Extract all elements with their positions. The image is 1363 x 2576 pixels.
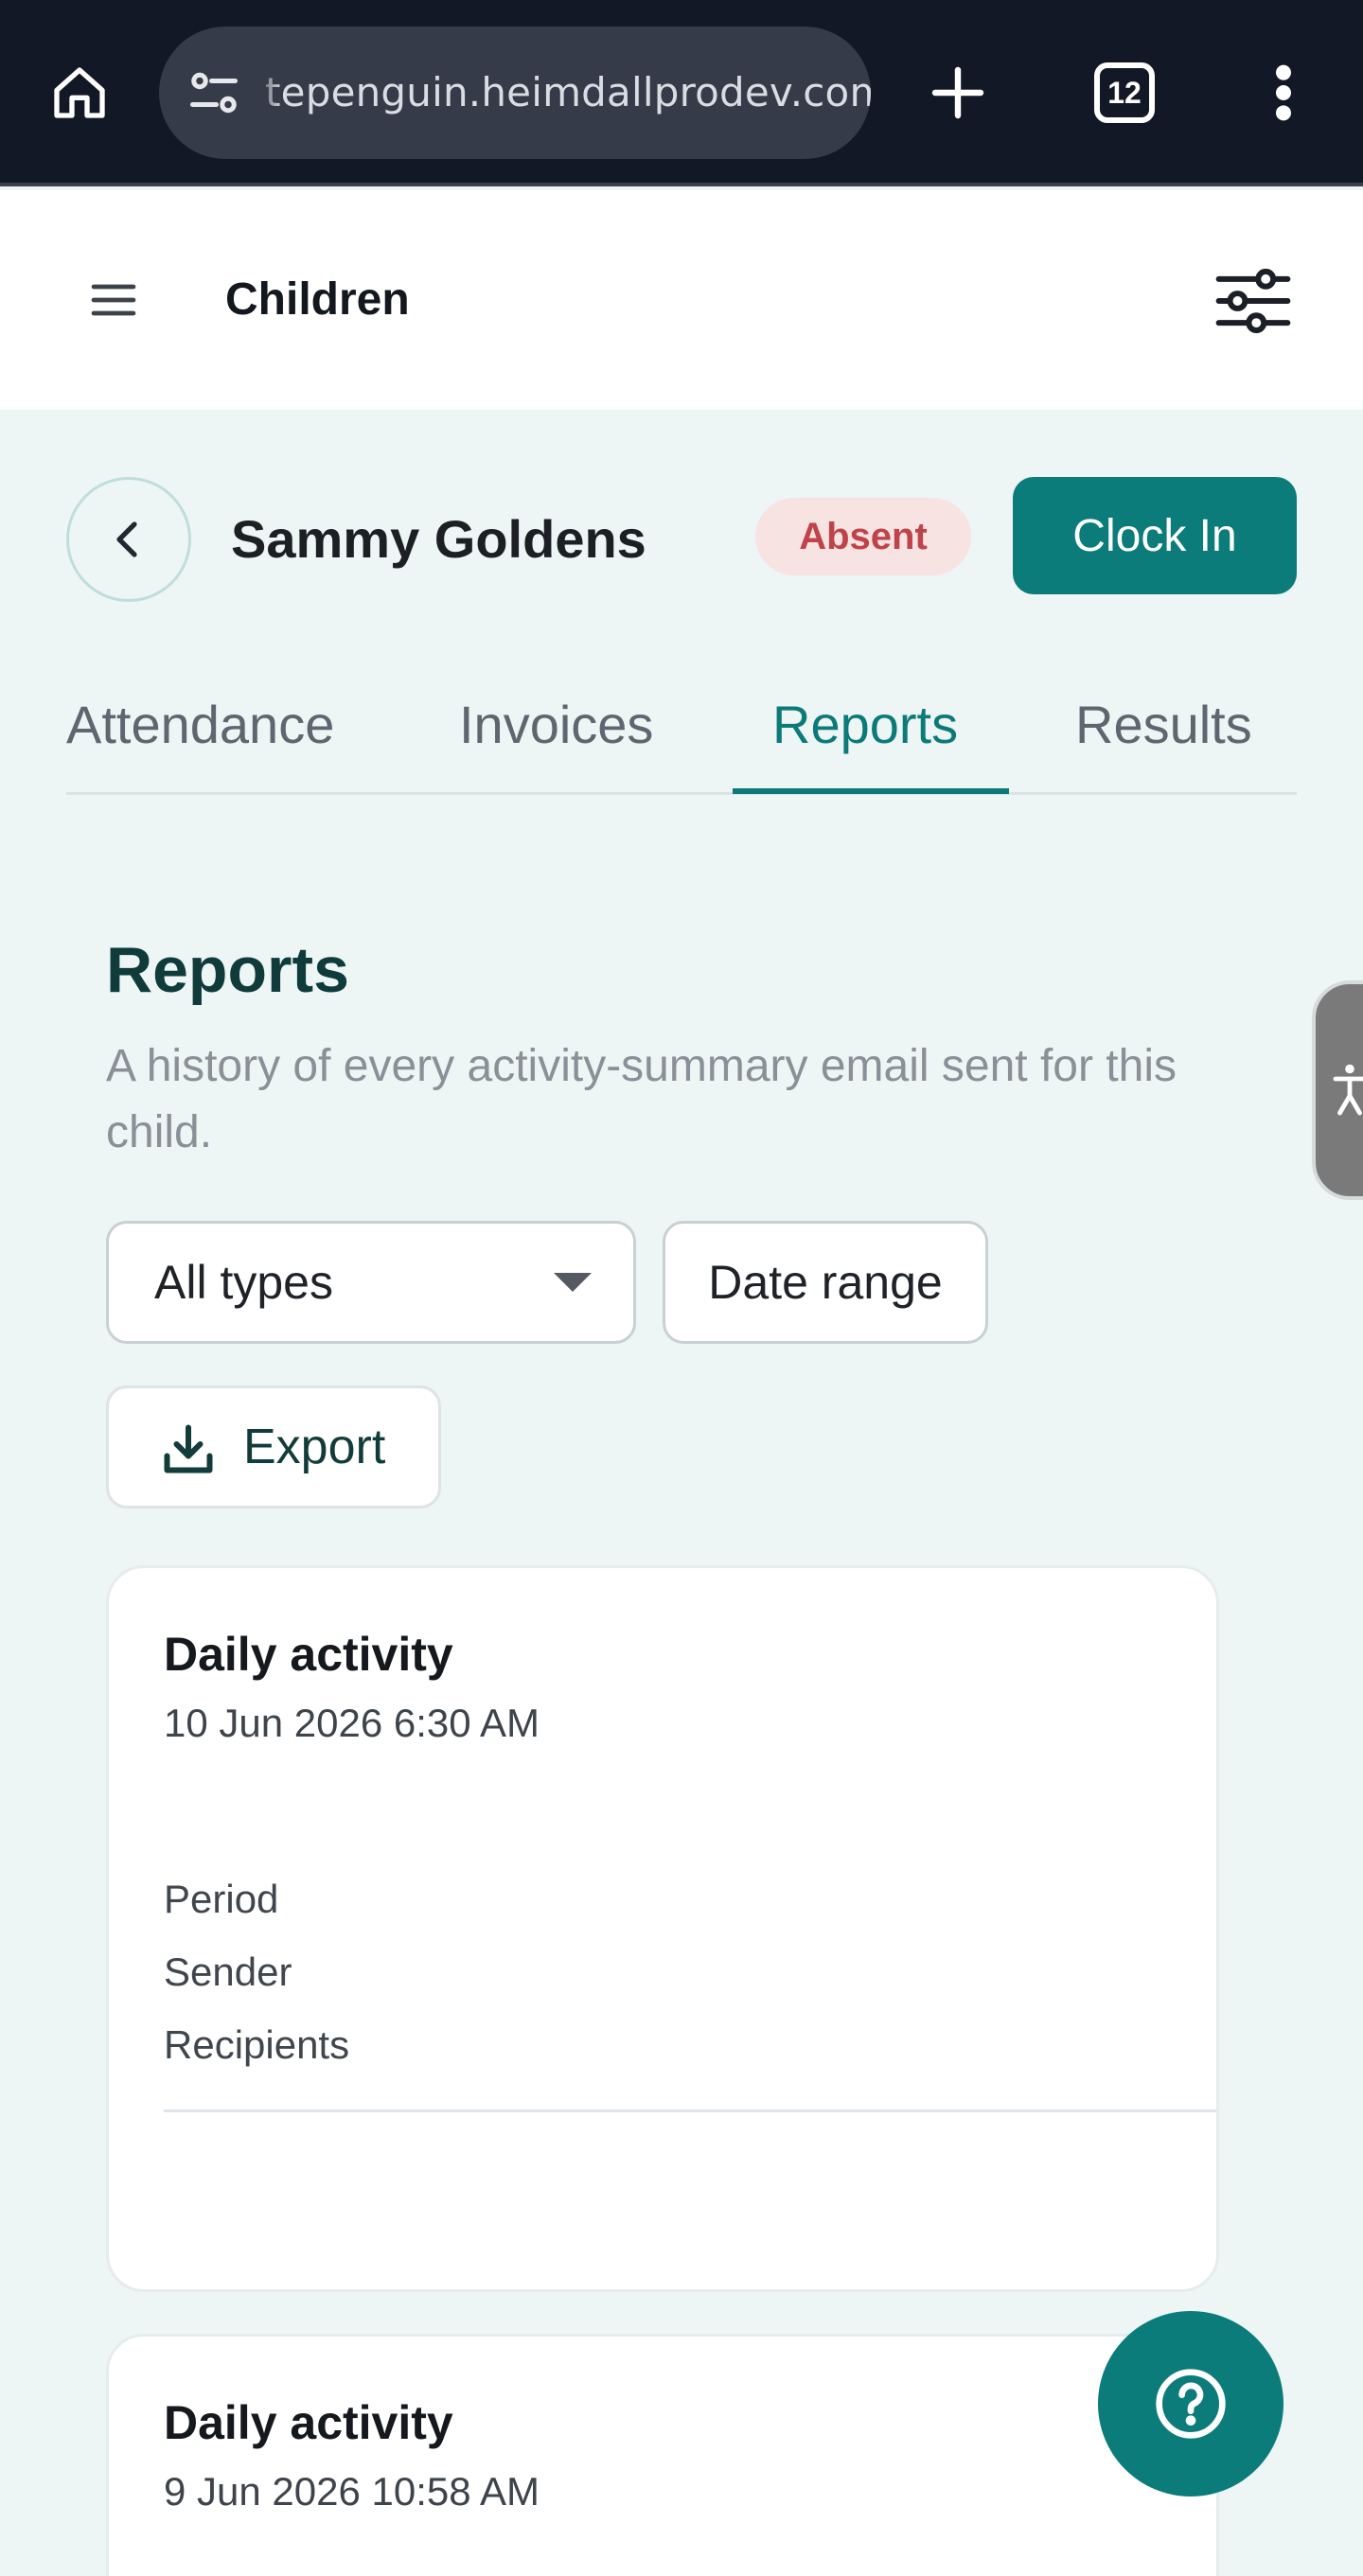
home-icon[interactable] [40, 53, 119, 132]
chevron-down-icon [554, 1273, 592, 1292]
report-type: Daily activity [164, 2396, 453, 2449]
tab-count: 12 [1094, 62, 1155, 123]
report-date: 10 Jun 2026 6:30 AM [164, 1701, 540, 1745]
plus-icon[interactable] [918, 53, 998, 132]
back-button[interactable] [66, 477, 191, 602]
report-card[interactable]: Daily activity 10 Jun 2026 6:30 AM Perio… [106, 1565, 1219, 2292]
chevron-left-icon [116, 521, 137, 557]
tab-results[interactable]: Results [1075, 674, 1252, 795]
child-name: Sammy Goldens [231, 509, 646, 569]
more-vert-icon[interactable] [1249, 53, 1318, 132]
tab-bar: Attendance Invoices Reports Results [66, 674, 1297, 795]
section-title: Reports [106, 934, 349, 1006]
report-field-period: Period [164, 1877, 279, 1921]
tab-reports[interactable]: Reports [772, 674, 958, 795]
download-icon [160, 1420, 217, 1477]
export-button[interactable]: Export [106, 1385, 441, 1509]
browser-toolbar: tepenguin.heimdallprodev.com 12 [0, 0, 1363, 186]
url-text[interactable]: tepenguin.heimdallprodev.com [265, 26, 871, 159]
report-type: Daily activity [164, 1628, 453, 1681]
type-filter-value: All types [154, 1256, 333, 1309]
page-title: Children [225, 274, 410, 325]
report-date: 9 Jun 2026 10:58 AM [164, 2469, 540, 2514]
type-filter-select[interactable]: All types [106, 1221, 636, 1344]
sliders-icon[interactable] [1208, 258, 1299, 344]
divider [164, 2109, 1216, 2112]
address-bar[interactable]: tepenguin.heimdallprodev.com [159, 26, 871, 159]
help-circle-icon [1156, 2369, 1226, 2439]
url-fade [254, 26, 282, 159]
clock-in-button[interactable]: Clock In [1013, 477, 1297, 594]
section-description: A history of every activity-summary emai… [106, 1041, 1177, 1157]
app-header: Children [0, 190, 1363, 410]
tab-invoices[interactable]: Invoices [459, 674, 653, 795]
help-button[interactable] [1098, 2311, 1283, 2497]
hamburger-icon[interactable] [76, 262, 151, 338]
report-field-sender: Sender [164, 1950, 292, 1994]
active-tab-indicator [733, 788, 1009, 794]
status-badge: Absent [755, 498, 971, 575]
tab-switcher-button[interactable]: 12 [1087, 55, 1162, 131]
site-settings-icon[interactable] [186, 64, 242, 121]
export-label: Export [243, 1420, 386, 1474]
accessibility-icon[interactable] [1312, 980, 1363, 1200]
report-card[interactable]: Daily activity 9 Jun 2026 10:58 AM [106, 2334, 1219, 2576]
date-range-button[interactable]: Date range [663, 1221, 988, 1344]
tab-attendance[interactable]: Attendance [66, 674, 334, 795]
report-field-recipients: Recipients [164, 2022, 350, 2067]
